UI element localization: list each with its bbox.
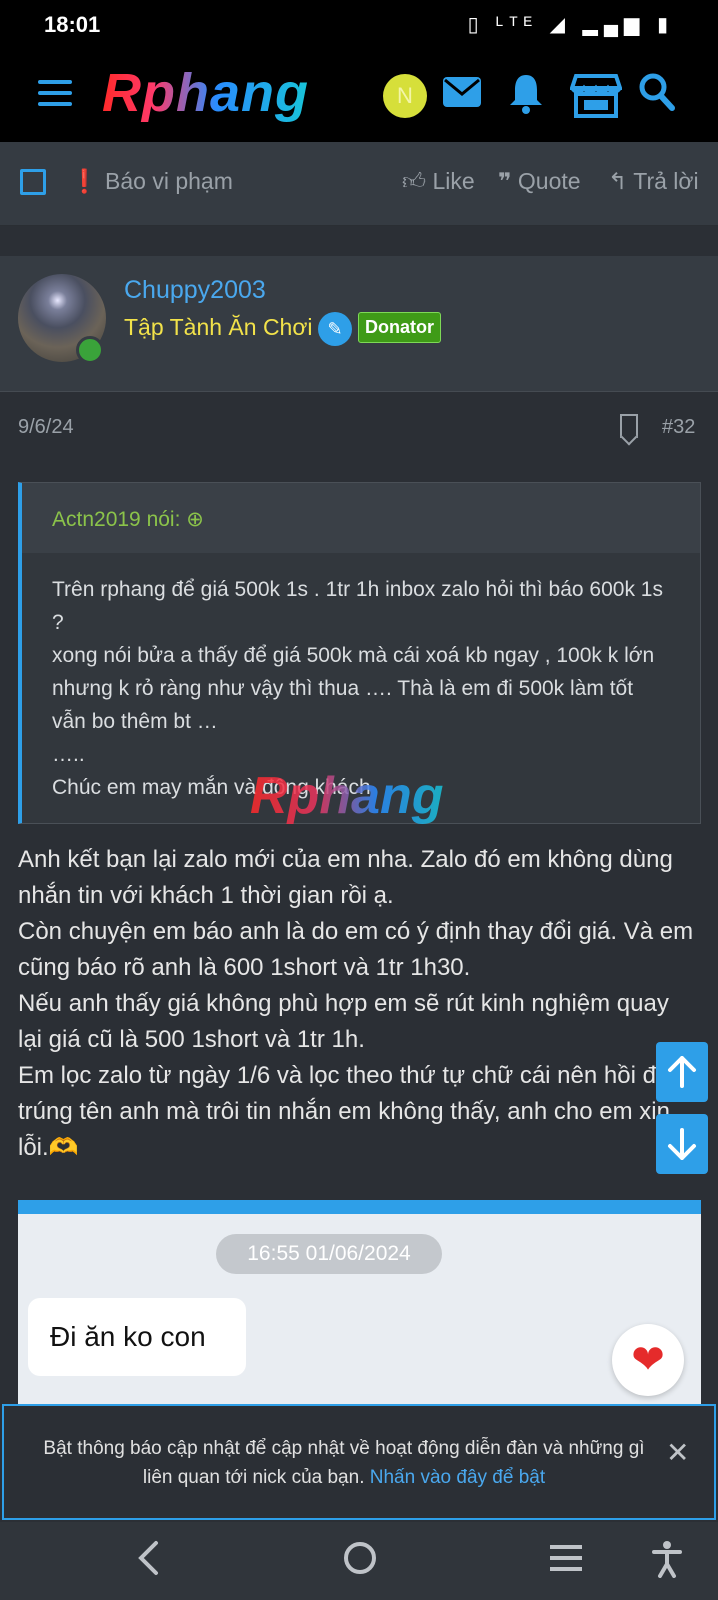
reply-button[interactable]: ↰ Trả lời xyxy=(608,168,699,195)
like-label: Like xyxy=(432,168,475,194)
donator-badge: Donator xyxy=(358,312,441,343)
back-icon[interactable] xyxy=(136,1540,162,1585)
mail-icon[interactable] xyxy=(442,72,482,120)
author-username[interactable]: Chuppy2003 xyxy=(124,276,266,305)
quote-icon: ❞ xyxy=(498,168,512,194)
post-date[interactable]: 9/6/24 xyxy=(18,416,74,439)
post-number[interactable]: #32 xyxy=(662,416,695,439)
verified-badge-icon: ✎ xyxy=(318,312,352,346)
site-logo[interactable]: Rphang xyxy=(102,62,309,124)
quote-header[interactable]: Actn2019 nói: ⊕ xyxy=(22,483,700,553)
heart-icon: ❤ xyxy=(612,1324,684,1396)
search-icon[interactable] xyxy=(638,72,676,123)
notice-text: Bật thông báo cập nhật để cập nhật về ho… xyxy=(43,1438,645,1488)
user-avatar[interactable]: N xyxy=(383,74,427,118)
watermark-logo: Rphang xyxy=(250,767,444,825)
system-nav-bar xyxy=(0,1522,718,1600)
accessibility-icon[interactable] xyxy=(652,1540,682,1587)
warning-icon: ❗ xyxy=(70,168,99,194)
status-icons: ▯ ᴸᵀᴱ ◢ ▂▄▆ ▮ xyxy=(467,14,674,36)
bookmark-icon[interactable] xyxy=(620,414,638,438)
status-bar: 18:01 ▯ ᴸᵀᴱ ◢ ▂▄▆ ▮ xyxy=(0,0,718,50)
scroll-down-button[interactable] xyxy=(656,1114,708,1174)
report-label: Báo vi phạm xyxy=(105,168,233,194)
notification-banner: Bật thông báo cập nhật để cập nhật về ho… xyxy=(2,1404,716,1520)
store-icon[interactable] xyxy=(569,72,623,129)
post-author: Chuppy2003 Tập Tành Ăn Chơi ✎ Donator xyxy=(0,256,718,392)
quote-button[interactable]: ❞ Quote xyxy=(498,168,581,195)
like-button[interactable]: 👍︎ Like xyxy=(402,168,475,196)
report-button[interactable]: ❗ Báo vi phạm xyxy=(70,168,233,195)
quote-label: Quote xyxy=(517,168,581,194)
status-time: 18:01 xyxy=(44,12,101,37)
author-title: Tập Tành Ăn Chơi xyxy=(124,314,313,340)
home-icon[interactable] xyxy=(342,1540,378,1585)
close-icon[interactable]: ✕ xyxy=(666,1436,689,1469)
bell-icon[interactable] xyxy=(508,72,544,125)
post-action-bar: ❗ Báo vi phạm 👍︎ Like ❞ Quote ↰ Trả lời xyxy=(0,142,718,226)
select-checkbox[interactable] xyxy=(20,169,46,195)
attached-image[interactable]: 16:55 01/06/2024 Đi ăn ko con ❤ xyxy=(18,1200,701,1410)
post-body: Anh kết bạn lại zalo mới của em nha. Zal… xyxy=(18,846,697,1161)
enable-notifications-link[interactable]: Nhấn vào đây để bật xyxy=(370,1467,545,1488)
notice-message: Bật thông báo cập nhật để cập nhật về ho… xyxy=(34,1434,654,1492)
thumbs-up-icon: 👍︎ xyxy=(402,168,427,194)
top-nav: Rphang N xyxy=(0,50,718,142)
menu-icon[interactable] xyxy=(38,80,72,106)
chat-timestamp: 16:55 01/06/2024 xyxy=(216,1234,442,1274)
scroll-up-button[interactable] xyxy=(656,1042,708,1102)
online-status-icon xyxy=(76,336,104,364)
arrow-up-circle-icon[interactable]: ⊕ xyxy=(186,508,204,531)
reply-label: Trả lời xyxy=(633,168,699,194)
reply-icon: ↰ xyxy=(608,168,628,194)
chat-message: Đi ăn ko con xyxy=(28,1298,246,1376)
divider xyxy=(0,226,718,256)
recent-apps-icon[interactable] xyxy=(548,1540,584,1582)
quote-author: Actn2019 nói: xyxy=(52,508,181,531)
